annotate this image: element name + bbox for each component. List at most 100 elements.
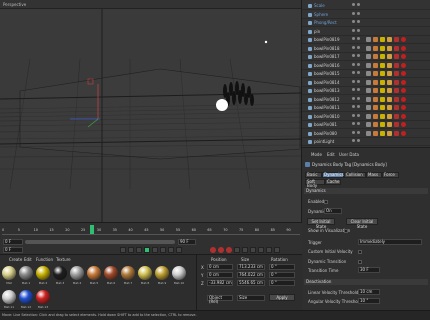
material-swatch[interactable]: [155, 266, 169, 280]
tag-icon[interactable]: [401, 113, 406, 119]
tag-icon[interactable]: [373, 130, 378, 136]
rot-h-field[interactable]: 0 °: [269, 264, 295, 270]
rot-p-field[interactable]: 0 °: [269, 272, 295, 278]
visibility-dot-icon[interactable]: [352, 105, 355, 108]
visibility-dot-icon[interactable]: [352, 79, 355, 83]
object-row[interactable]: Scale: [302, 2, 430, 10]
rot-b-field[interactable]: 0 °: [269, 280, 295, 286]
tag-icon[interactable]: [387, 122, 392, 127]
tag-icon[interactable]: [366, 105, 371, 110]
visibility-dot-icon[interactable]: [352, 62, 355, 66]
object-row[interactable]: bowlPin0817: [302, 53, 430, 61]
size-y-field[interactable]: 764.022 cm: [237, 272, 265, 278]
tag-icon[interactable]: [401, 88, 406, 93]
tag-icon[interactable]: [380, 79, 385, 85]
visibility-dot-icon[interactable]: [357, 20, 360, 23]
tab-cache[interactable]: Cache: [325, 179, 341, 185]
visibility-dot-icon[interactable]: [357, 45, 360, 49]
object-row[interactable]: bowlPin081: [302, 121, 430, 129]
tag-icon[interactable]: [387, 130, 392, 136]
tag-icon[interactable]: [394, 79, 399, 85]
tag-icon[interactable]: [387, 105, 392, 110]
angular-threshold-field[interactable]: 10 °: [358, 298, 380, 304]
material-swatch[interactable]: [2, 266, 16, 280]
tag-icon[interactable]: [373, 71, 378, 76]
tag-icon[interactable]: [387, 71, 392, 76]
visibility-dot-icon[interactable]: [357, 62, 360, 66]
record-icon[interactable]: [210, 247, 216, 253]
linear-threshold-field[interactable]: 10 cm: [358, 289, 380, 295]
pos-z-field[interactable]: -33.982 cm: [207, 280, 233, 286]
tag-icon[interactable]: [394, 54, 399, 59]
tag-icon[interactable]: [373, 37, 378, 42]
visibility-dot-icon[interactable]: [352, 71, 355, 74]
tag-icon[interactable]: [366, 79, 371, 85]
material-swatch[interactable]: [138, 266, 152, 280]
object-row[interactable]: Phong/Rect: [302, 19, 430, 27]
size-z-field[interactable]: 5546.65 cm: [237, 280, 265, 286]
next-frame-icon[interactable]: [152, 247, 158, 253]
size-mode-select[interactable]: Size: [237, 295, 265, 301]
tag-icon[interactable]: [366, 96, 371, 102]
object-row[interactable]: pin: [302, 28, 430, 36]
visibility-dot-icon[interactable]: [357, 122, 360, 125]
show-viz-checkbox[interactable]: [344, 229, 348, 233]
tag-icon[interactable]: [401, 54, 406, 59]
tag-icon[interactable]: [373, 54, 378, 59]
prev-key-icon[interactable]: [128, 247, 134, 253]
playhead[interactable]: [90, 225, 94, 234]
tag-icon[interactable]: [373, 96, 378, 102]
tag-icon[interactable]: [387, 113, 392, 119]
object-row[interactable]: bowlPin0810: [302, 113, 430, 121]
tag-icon[interactable]: [380, 130, 385, 136]
tag-icon[interactable]: [401, 45, 406, 51]
prev-frame-icon[interactable]: [136, 247, 142, 253]
tag-icon[interactable]: [373, 122, 378, 127]
tag-icon[interactable]: [380, 45, 385, 51]
tag-icon[interactable]: [401, 71, 406, 76]
visibility-dot-icon[interactable]: [357, 105, 360, 108]
visibility-dot-icon[interactable]: [357, 139, 360, 142]
tag-icon[interactable]: [373, 79, 378, 85]
end-frame-field[interactable]: 90 F: [178, 239, 196, 245]
tag-icon[interactable]: [394, 45, 399, 51]
object-row[interactable]: bowlPin0814: [302, 79, 430, 87]
object-row[interactable]: bowlPin0816: [302, 62, 430, 70]
tag-icon[interactable]: [401, 37, 406, 42]
visibility-dot-icon[interactable]: [352, 11, 355, 15]
visibility-dot-icon[interactable]: [357, 113, 360, 117]
tag-icon[interactable]: [380, 62, 385, 68]
visibility-dot-icon[interactable]: [357, 96, 360, 100]
visibility-dot-icon[interactable]: [352, 3, 355, 6]
mat-menu-create[interactable]: Create: [9, 257, 22, 262]
visibility-dot-icon[interactable]: [352, 28, 355, 32]
tab-collision[interactable]: Collision: [344, 172, 366, 178]
rotate-key-icon[interactable]: [242, 247, 248, 253]
tab-dynamics[interactable]: Dynamics: [322, 172, 344, 178]
scale-key-icon[interactable]: [250, 247, 256, 253]
current-frame-field[interactable]: 0 F: [3, 247, 23, 253]
visibility-dot-icon[interactable]: [357, 79, 360, 83]
mat-menu-texture[interactable]: Texture: [56, 257, 71, 262]
object-row[interactable]: pointLight: [302, 138, 430, 146]
visibility-dot-icon[interactable]: [352, 113, 355, 117]
visibility-dot-icon[interactable]: [352, 20, 355, 23]
transition-time-field[interactable]: 30 F: [358, 267, 380, 273]
tab-basic[interactable]: Basic: [305, 172, 322, 178]
tag-icon[interactable]: [366, 88, 371, 93]
object-row[interactable]: Sphere: [302, 11, 430, 19]
tag-icon[interactable]: [401, 130, 406, 136]
tag-icon[interactable]: [387, 54, 392, 59]
visibility-dot-icon[interactable]: [352, 130, 355, 134]
material-swatch[interactable]: [2, 290, 16, 304]
tag-icon[interactable]: [394, 113, 399, 119]
visibility-dot-icon[interactable]: [357, 54, 360, 57]
tag-icon[interactable]: [394, 122, 399, 127]
visibility-dot-icon[interactable]: [357, 71, 360, 74]
go-end-icon[interactable]: [168, 247, 174, 253]
loop-icon[interactable]: [176, 247, 182, 253]
tag-icon[interactable]: [366, 113, 371, 119]
dynamic-select[interactable]: On: [324, 208, 342, 214]
tag-icon[interactable]: [380, 113, 385, 119]
dynamic-transition-checkbox[interactable]: [358, 260, 362, 264]
